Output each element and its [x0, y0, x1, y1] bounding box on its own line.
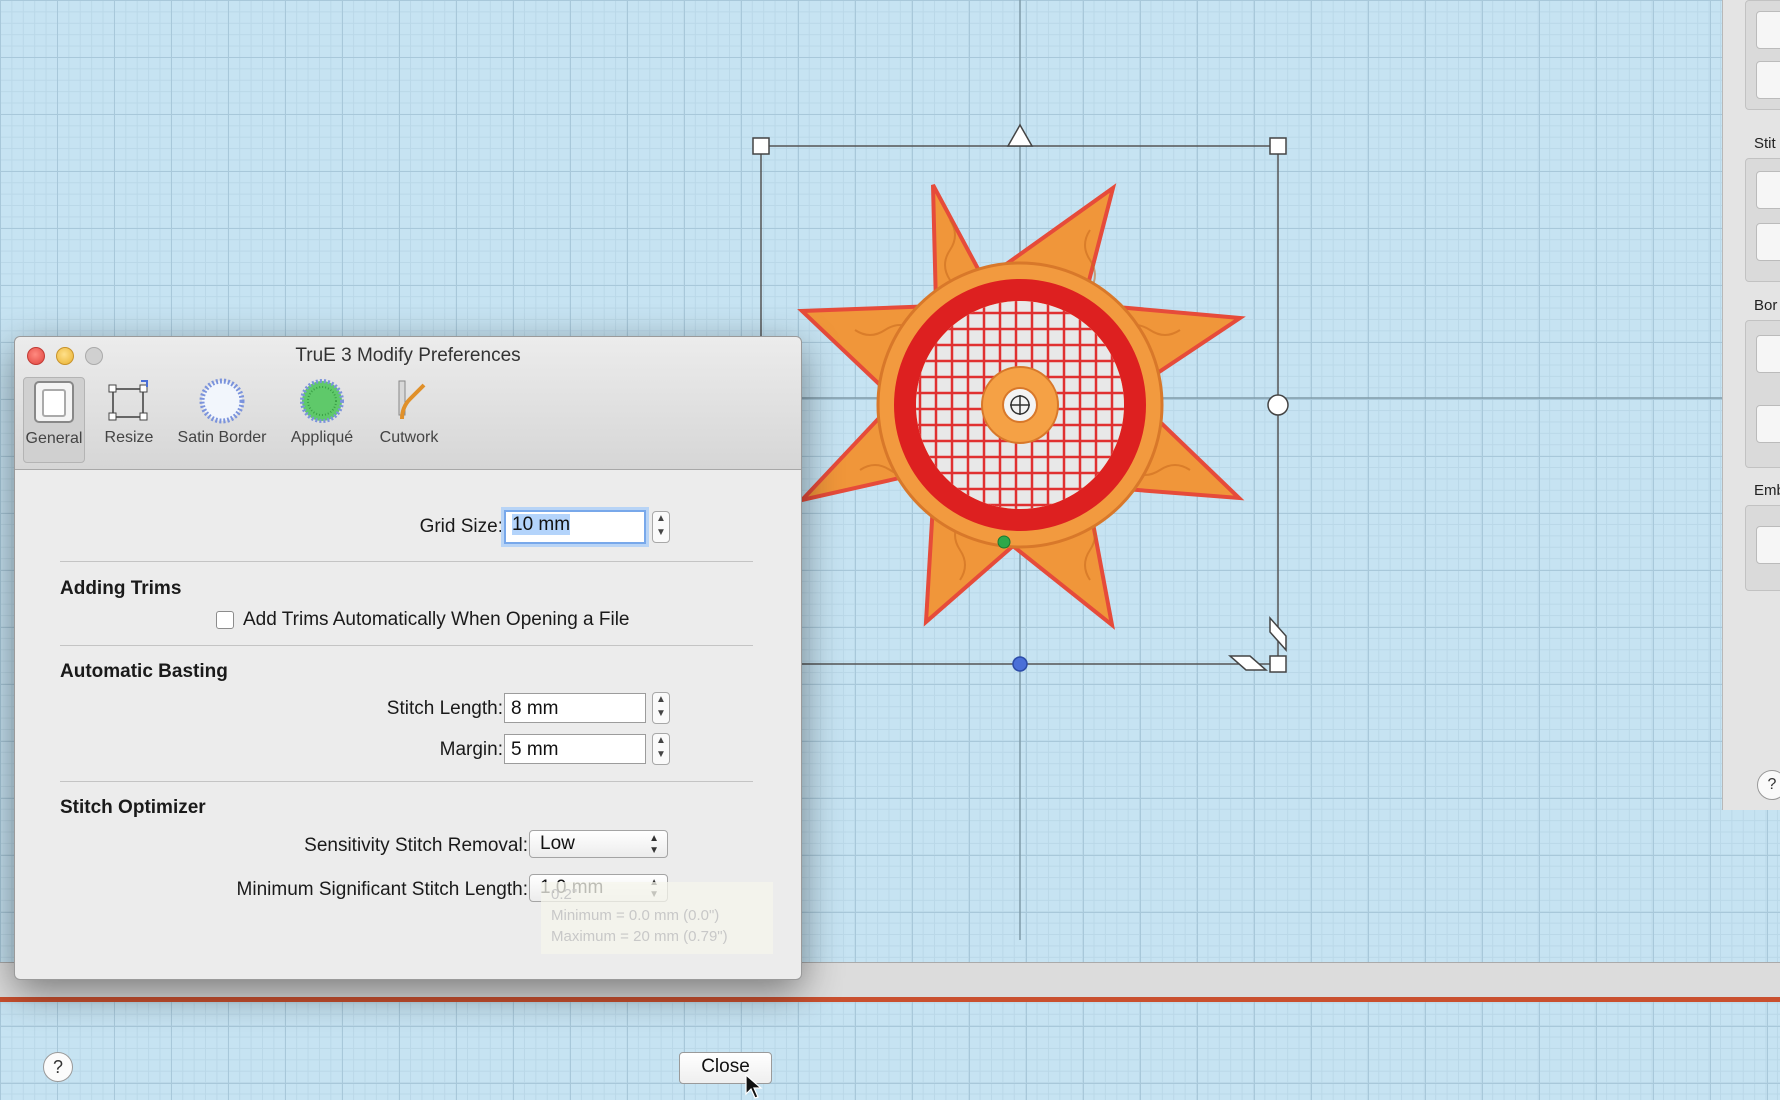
grid-size-stepper[interactable]: ▲ ▼: [652, 511, 670, 543]
separator: [60, 781, 753, 782]
stitch-length-label: Stitch Length:: [386, 698, 503, 719]
grid-size-label: Grid Size:: [419, 516, 503, 537]
stitch-length-field[interactable]: 8 mm: [504, 693, 646, 723]
border-tool-group: [1745, 320, 1780, 468]
stitch-tool-button-2[interactable]: [1756, 223, 1780, 261]
tab-satin-border[interactable]: Satin Border: [167, 377, 277, 447]
tab-general[interactable]: General: [23, 377, 85, 463]
embellishment-section-label: Emb: [1754, 482, 1780, 499]
dialog-titlebar: TruE 3 Modify Preferences General Resize…: [15, 337, 801, 470]
popup-arrows-icon: ▲▼: [649, 833, 659, 856]
automatic-basting-heading: Automatic Basting: [60, 661, 228, 682]
embellishment-tool-button[interactable]: [1756, 526, 1780, 564]
sensitivity-label: Sensitivity Stitch Removal:: [304, 835, 528, 856]
resize-icon: [99, 377, 159, 425]
rotate-handle-top[interactable]: [1006, 123, 1034, 147]
sensitivity-popup[interactable]: Low ▲ ▼: [529, 830, 668, 858]
separator: [60, 561, 753, 562]
preferences-dialog: TruE 3 Modify Preferences General Resize…: [14, 336, 802, 1099]
tool-button-top-2[interactable]: [1756, 61, 1780, 99]
dialog-help-button[interactable]: ?: [43, 1052, 73, 1082]
stitch-optimizer-heading: Stitch Optimizer: [60, 797, 206, 818]
border-tool-button-2[interactable]: [1756, 405, 1780, 443]
stitch-section-label: Stit: [1754, 135, 1776, 152]
applique-icon: [277, 377, 367, 425]
general-icon: [24, 378, 84, 426]
adding-trims-heading: Adding Trims: [60, 578, 182, 599]
tool-group-top: [1745, 0, 1780, 110]
stitch-tool-group: [1745, 158, 1780, 282]
bottom-status-strip: [0, 997, 1780, 1002]
start-point-handle[interactable]: [997, 535, 1011, 549]
mouse-cursor-icon: [745, 1074, 763, 1099]
margin-field[interactable]: 5 mm: [504, 734, 646, 764]
stitch-length-stepper[interactable]: ▲ ▼: [652, 692, 670, 724]
tab-applique[interactable]: Appliqué: [277, 377, 367, 447]
cutwork-icon: [367, 377, 451, 425]
border-tool-button-1[interactable]: [1756, 335, 1780, 373]
min-stitch-length-label: Minimum Significant Stitch Length:: [236, 879, 528, 900]
embellishment-tool-group: [1745, 505, 1780, 591]
tool-button-top-1[interactable]: [1756, 11, 1780, 49]
add-trims-checkbox-label: Add Trims Automatically When Opening a F…: [243, 609, 630, 630]
grid-size-field[interactable]: 10 mm: [504, 510, 646, 544]
panel-help-button[interactable]: ?: [1757, 770, 1780, 800]
resize-handle-right[interactable]: [1267, 394, 1289, 416]
right-sidebar-panel: Stit Bor Emb ?: [1722, 0, 1780, 810]
satin-border-icon: [167, 377, 277, 425]
margin-tooltip: 0.2" Minimum = 0.0 mm (0.0") Maximum = 2…: [541, 882, 773, 954]
border-section-label: Bor: [1754, 297, 1778, 314]
skew-handle-corner-horizontal[interactable]: [1228, 655, 1268, 671]
add-trims-checkbox[interactable]: [216, 611, 234, 629]
margin-stepper[interactable]: ▲ ▼: [652, 733, 670, 765]
tab-resize[interactable]: Resize: [99, 377, 159, 447]
stitch-tool-button-1[interactable]: [1756, 171, 1780, 209]
end-point-handle[interactable]: [1012, 656, 1028, 672]
resize-handle-top-left[interactable]: [752, 137, 770, 155]
resize-handle-bottom-right[interactable]: [1269, 655, 1287, 673]
separator: [60, 645, 753, 646]
tab-cutwork[interactable]: Cutwork: [367, 377, 451, 447]
resize-handle-top-right[interactable]: [1269, 137, 1287, 155]
dialog-title: TruE 3 Modify Preferences: [295, 345, 521, 366]
margin-label: Margin:: [439, 739, 503, 760]
